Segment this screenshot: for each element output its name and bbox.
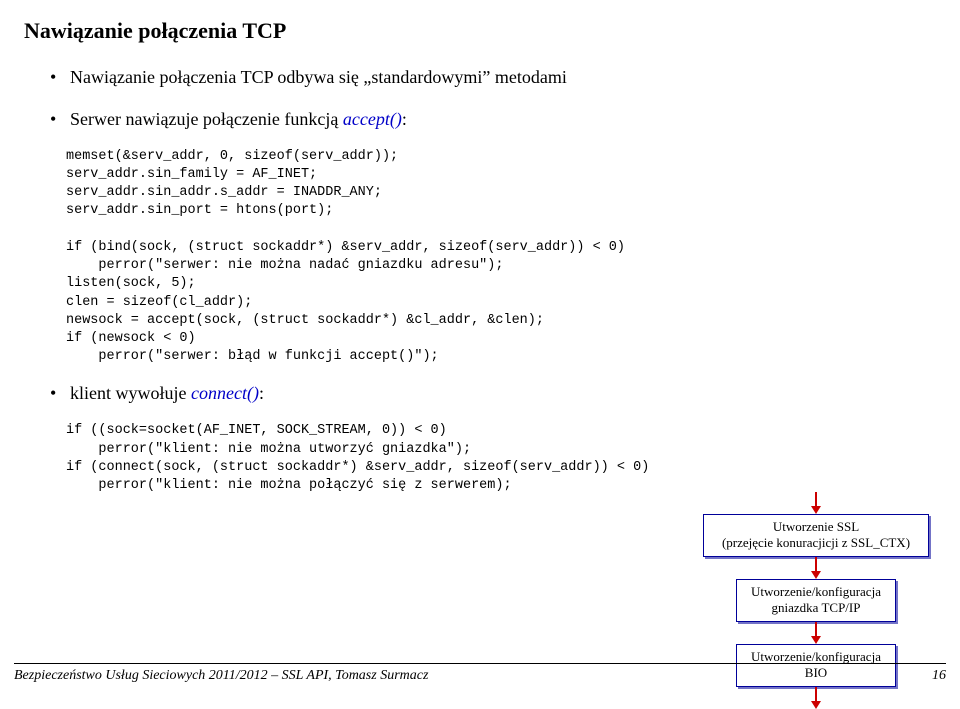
arrow-0 bbox=[811, 492, 821, 514]
footer-divider bbox=[14, 663, 946, 664]
bullet-3-post: : bbox=[259, 383, 264, 403]
page-title: Nawiązanie połączenia TCP bbox=[24, 18, 926, 44]
bullet-2-post: : bbox=[402, 109, 407, 129]
bullet-2: Serwer nawiązuje połączenie funkcją acce… bbox=[52, 106, 926, 134]
box-tcp-config-l1: Utworzenie/konfiguracja bbox=[743, 584, 889, 600]
box-tcp-config: Utworzenie/konfiguracja gniazdka TCP/IP bbox=[736, 579, 896, 622]
arrow-2 bbox=[811, 622, 821, 644]
bullet-3-pre: klient wywołuje bbox=[70, 383, 191, 403]
arrow-3 bbox=[811, 687, 821, 709]
bullet-1-text: Nawiązanie połączenia TCP odbywa się „st… bbox=[70, 67, 567, 87]
box-ssl-create-l1: Utworzenie SSL bbox=[710, 519, 922, 535]
code-block-server: memset(&serv_addr, 0, sizeof(serv_addr))… bbox=[66, 148, 926, 367]
bullet-list: Nawiązanie połączenia TCP odbywa się „st… bbox=[24, 64, 926, 134]
bullet-3: klient wywołuje connect(): bbox=[52, 380, 926, 408]
page-footer: Bezpieczeństwo Usług Sieciowych 2011/201… bbox=[0, 663, 960, 684]
bullet-list-2: klient wywołuje connect(): bbox=[24, 380, 926, 408]
footer-left: Bezpieczeństwo Usług Sieciowych 2011/201… bbox=[14, 668, 428, 684]
box-tcp-config-l2: gniazdka TCP/IP bbox=[743, 600, 889, 616]
func-accept: accept() bbox=[343, 109, 402, 129]
box-ssl-create-l2: (przejęcie konuracjicji z SSL_CTX) bbox=[710, 535, 922, 551]
func-connect: connect() bbox=[191, 383, 259, 403]
arrow-1 bbox=[811, 557, 821, 579]
bullet-2-pre: Serwer nawiązuje połączenie funkcją bbox=[70, 109, 343, 129]
footer-page-number: 16 bbox=[932, 668, 946, 684]
code-block-client: if ((sock=socket(AF_INET, SOCK_STREAM, 0… bbox=[66, 422, 926, 495]
box-ssl-create: Utworzenie SSL (przejęcie konuracjicji z… bbox=[703, 514, 929, 557]
bullet-1: Nawiązanie połączenia TCP odbywa się „st… bbox=[52, 64, 926, 92]
